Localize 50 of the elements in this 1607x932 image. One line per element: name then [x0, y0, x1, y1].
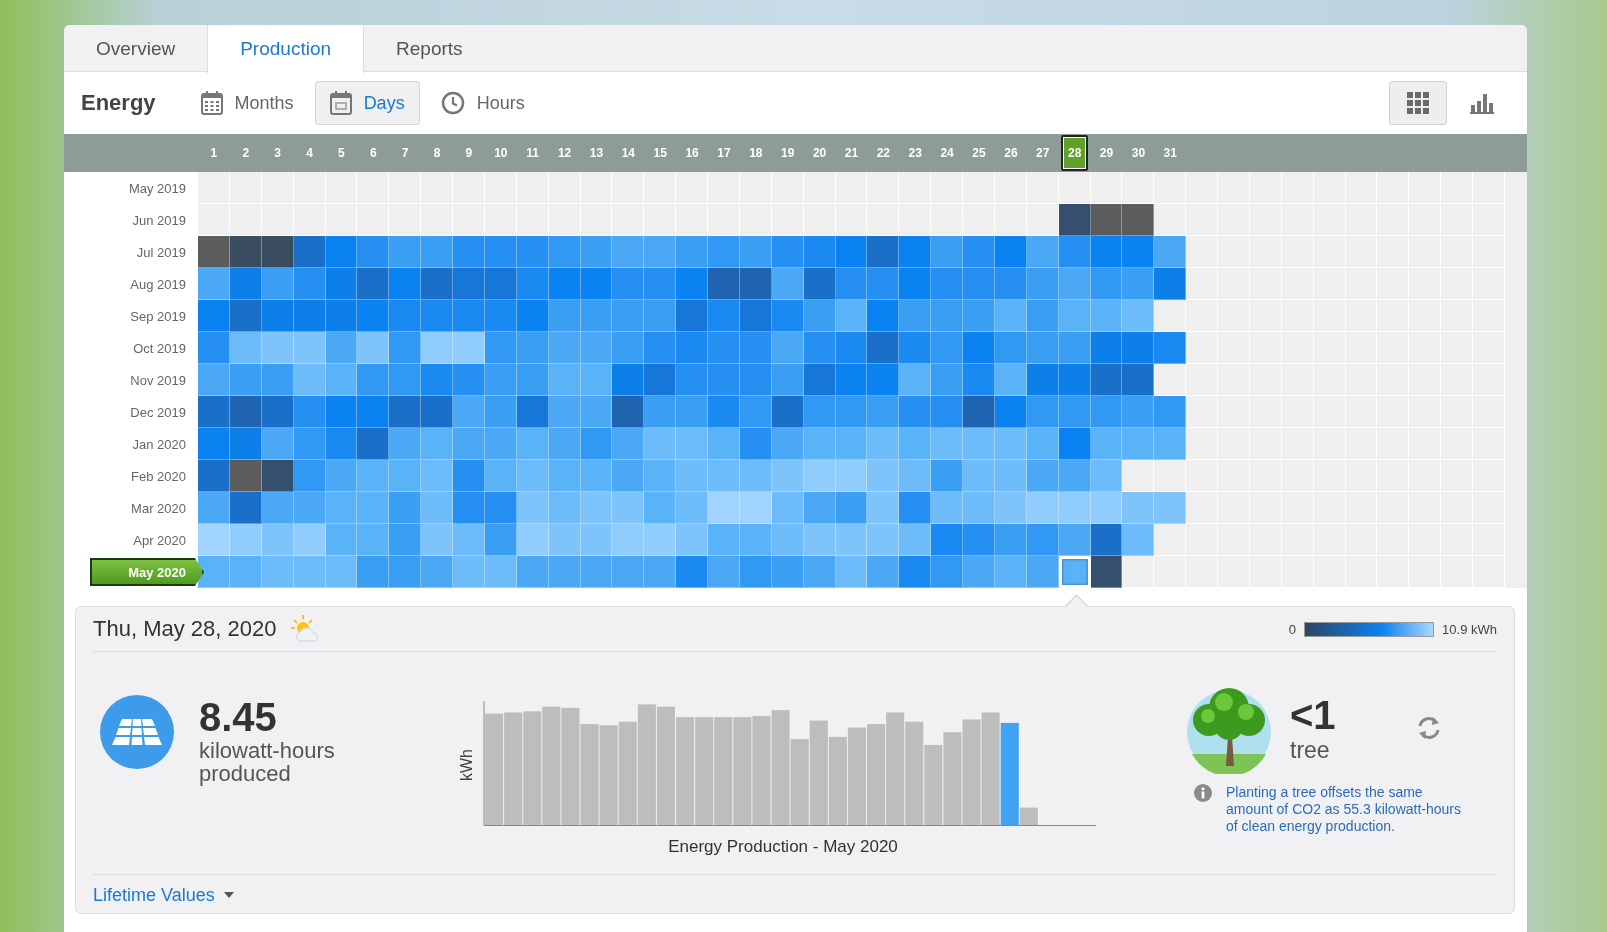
- day-label[interactable]: 21: [844, 146, 859, 160]
- day-label[interactable]: 24: [940, 146, 954, 160]
- day-label[interactable]: 9: [465, 146, 473, 160]
- day-label[interactable]: 15: [653, 146, 667, 160]
- tab[interactable]: Overview: [64, 25, 208, 72]
- day-label[interactable]: 4: [306, 146, 313, 160]
- range-button[interactable]: Hours: [425, 81, 540, 125]
- day-label[interactable]: 13: [589, 146, 604, 160]
- month-label[interactable]: May 2020: [90, 558, 204, 586]
- day-label[interactable]: 8: [433, 146, 441, 160]
- day-label[interactable]: 26: [1004, 146, 1018, 160]
- day-label[interactable]: 10: [494, 146, 508, 160]
- day-label[interactable]: 6: [369, 146, 377, 160]
- day-label[interactable]: 7: [401, 146, 409, 160]
- day-label[interactable]: 27: [1036, 146, 1050, 160]
- day-label[interactable]: 18: [749, 146, 763, 160]
- chart-title: Energy Production - May 2020: [668, 837, 898, 856]
- selected-date: Thu, May 28, 2020: [93, 616, 277, 642]
- day-label[interactable]: 20: [812, 146, 827, 160]
- day-label[interactable]: 3: [274, 146, 282, 160]
- day-label[interactable]: 29: [1099, 146, 1114, 160]
- tree-unit: tree: [1290, 736, 1331, 764]
- energy-value: 8.45: [199, 695, 278, 739]
- day-label[interactable]: 28: [1060, 135, 1089, 171]
- day-label[interactable]: 17: [717, 146, 731, 160]
- day-label[interactable]: 31: [1163, 146, 1177, 160]
- lifetime-values-link[interactable]: Lifetime Values: [93, 884, 234, 906]
- energy-unit: kilowatt-hours produced: [199, 739, 336, 785]
- day-label[interactable]: 14: [621, 146, 635, 160]
- range-button[interactable]: Months: [185, 81, 309, 125]
- tree-count: <1: [1290, 692, 1337, 737]
- section-title: Energy: [81, 90, 156, 116]
- day-label[interactable]: 16: [685, 146, 699, 160]
- legend-min: 0: [1288, 621, 1297, 637]
- day-label[interactable]: 22: [876, 146, 891, 160]
- legend-max: 10.9 kWh: [1442, 621, 1497, 637]
- day-label[interactable]: 11: [526, 146, 540, 160]
- day-label[interactable]: 19: [781, 146, 795, 160]
- day-label[interactable]: 12: [557, 146, 572, 160]
- day-label[interactable]: 23: [908, 146, 922, 160]
- day-label[interactable]: 30: [1131, 146, 1146, 160]
- day-label[interactable]: 5: [338, 146, 345, 160]
- day-label[interactable]: 25: [972, 146, 986, 160]
- axis-label: kWh: [458, 749, 475, 781]
- range-button[interactable]: Days: [314, 81, 420, 125]
- tab[interactable]: Production: [207, 25, 365, 73]
- tree-note: Planting a tree offsets the same amount of CO2 as 55.3 kilowatt-hours of clean energy production.: [1226, 784, 1462, 835]
- day-label[interactable]: 1: [210, 146, 218, 160]
- day-label[interactable]: 2: [242, 146, 250, 160]
- tab[interactable]: Reports: [364, 25, 495, 72]
